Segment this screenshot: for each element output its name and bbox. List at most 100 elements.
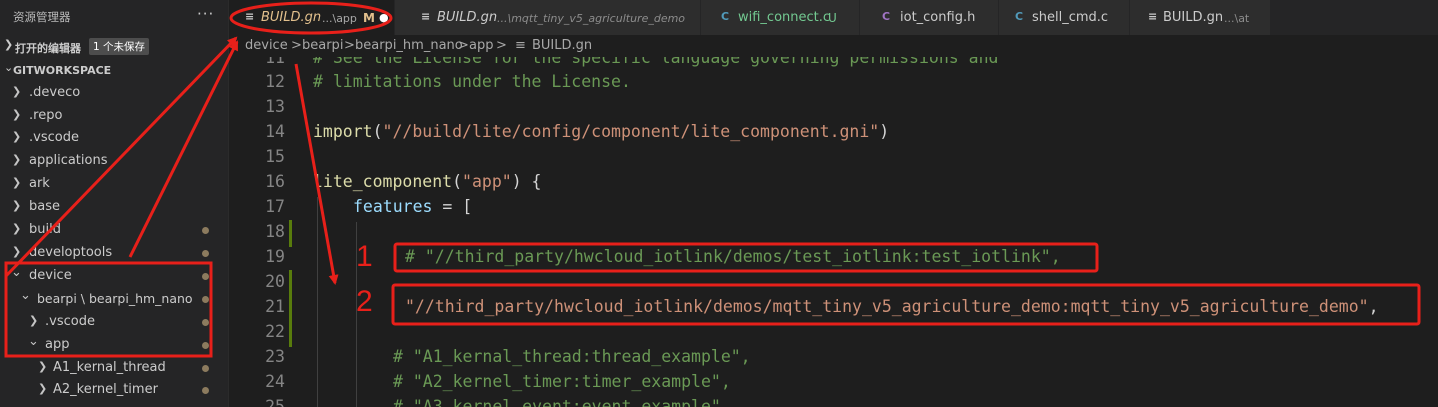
tree-item-label: .vscode	[29, 130, 79, 145]
code-token-string: "app"	[462, 172, 512, 191]
chevron-right-icon: ❯	[12, 153, 22, 166]
tree-item-label: ark	[29, 176, 50, 191]
more-actions-icon[interactable]: ···	[197, 5, 214, 23]
code-token-function: lite_component	[313, 172, 453, 191]
line-number: 20	[265, 272, 285, 291]
tree-item-label: A2_kernel_timer	[53, 382, 158, 397]
tree-item-developtools[interactable]: ❯ developtools	[0, 242, 229, 264]
unsaved-dot-icon[interactable]: ●	[379, 11, 389, 24]
tab-name: BUILD.gn	[261, 10, 322, 25]
breadcrumb-separator: >	[291, 38, 302, 53]
chevron-right-icon: ❯	[12, 130, 22, 143]
open-editors-section[interactable]: ❯ 打开的编辑器 1 个未保存	[0, 36, 229, 58]
c-file-icon: C	[721, 10, 730, 23]
tree-item-label: bearpi \ bearpi_hm_nano	[37, 291, 193, 306]
breadcrumb-device[interactable]: device	[245, 38, 288, 53]
line-number: 21	[265, 297, 285, 316]
explorer-header: 资源管理器 ···	[0, 0, 229, 33]
tab-build-gn-at[interactable]: ≡ BUILD.gn ...\at	[1130, 0, 1271, 35]
tab-shell-cmd[interactable]: C shell_cmd.c	[999, 0, 1130, 35]
tree-item-label: applications	[29, 153, 108, 168]
breadcrumb-separator: >	[496, 38, 507, 53]
code-line-19: # "//third_party/hwcloud_iotlink/demos/t…	[405, 247, 1061, 266]
tree-item-label: .repo	[29, 108, 63, 123]
line-number: 23	[265, 347, 285, 366]
line-number: 17	[265, 197, 285, 216]
tree-item-base[interactable]: ❯ base	[0, 196, 229, 218]
line-number: 12	[265, 72, 285, 91]
chevron-right-icon: ❯	[29, 314, 39, 327]
code-line-17: features = [	[353, 197, 472, 216]
code-token-string: "//third_party/hwcloud_iotlink/demos/mqt…	[405, 297, 1369, 316]
chevron-right-icon: ❯	[38, 382, 48, 395]
chevron-right-icon: ❯	[12, 85, 22, 98]
tab-build-gn-mqtt[interactable]: ≡ BUILD.gn ...\mqtt_tiny_v5_agriculture_…	[395, 0, 701, 35]
breadcrumb-bearpi[interactable]: bearpi	[302, 38, 343, 53]
tree-item-repo[interactable]: ❯ .repo	[0, 105, 229, 127]
annotation-number-2: 2	[356, 285, 373, 318]
tree-item-bearpi[interactable]: ⌄ bearpi \ bearpi_hm_nano	[0, 288, 229, 310]
untracked-status: U	[828, 11, 837, 25]
h-file-icon: C	[882, 10, 891, 23]
tab-description: ...\mqtt_tiny_v5_agriculture_demo	[497, 12, 686, 25]
code-line-11: # See the License for the specific langu…	[313, 57, 999, 67]
breadcrumb-bearpi-hm-nano[interactable]: bearpi_hm_nano	[355, 38, 463, 53]
code-line-14: import("//build/lite/config/component/li…	[313, 122, 889, 141]
workspace-section[interactable]: ⌄ GITWORKSPACE	[0, 60, 229, 80]
chevron-right-icon: ❯	[12, 222, 22, 235]
tab-build-gn-app[interactable]: ≡ BUILD.gn ...\app M ●	[229, 0, 395, 35]
tree-item-vscode[interactable]: ❯ .vscode	[0, 127, 229, 149]
code-token-import: import	[313, 122, 373, 141]
tab-wifi-connect[interactable]: C wifi_connect.c U	[701, 0, 860, 35]
code-line-16: lite_component("app") {	[313, 172, 542, 191]
tree-item-device[interactable]: ⌄ device	[0, 265, 229, 287]
code-token-paren: (	[452, 172, 463, 191]
chevron-right-icon: ❯	[4, 38, 14, 51]
code-line-24: # "A2_kernel_timer:timer_example",	[393, 372, 731, 391]
line-number: 15	[265, 147, 285, 166]
tree-item-nested-vscode[interactable]: ❯ .vscode	[0, 311, 229, 333]
line-number: 13	[265, 97, 285, 116]
indent-guide	[317, 197, 318, 407]
modified-dot	[202, 365, 209, 372]
chevron-right-icon: ❯	[38, 360, 48, 373]
tree-item-build[interactable]: ❯ build	[0, 219, 229, 241]
modified-dot	[202, 250, 209, 257]
line-number: 24	[265, 372, 285, 391]
explorer-sidebar: 资源管理器 ··· ❯ 打开的编辑器 1 个未保存 ⌄ GITWORKSPACE…	[0, 0, 229, 407]
tab-name: BUILD.gn	[437, 10, 498, 25]
chevron-down-icon: ⌄	[11, 265, 22, 280]
chevron-right-icon: ❯	[12, 245, 22, 258]
modified-status: M	[363, 11, 375, 25]
file-lines-icon: ≡	[421, 10, 431, 23]
code-line-25: # "A3_kernel_event:event_example",	[393, 397, 731, 407]
code-editor[interactable]: 11 12 13 14 15 16 17 18 19 20 21 22 23 2…	[229, 57, 1438, 407]
modified-dot	[202, 319, 209, 326]
file-lines-icon: ≡	[245, 10, 255, 23]
line-number: 25	[265, 397, 285, 407]
chevron-right-icon: ❯	[12, 176, 22, 189]
tree-item-deveco[interactable]: ❯ .deveco	[0, 82, 229, 104]
tree-item-label: developtools	[29, 245, 113, 260]
tree-item-app[interactable]: ⌄ app	[0, 334, 229, 356]
breadcrumb-separator: >	[344, 38, 355, 53]
code-token-paren: ) {	[511, 172, 542, 191]
breadcrumb-separator: >	[458, 38, 469, 53]
tree-item-label: device	[29, 268, 72, 283]
tree-item-ark[interactable]: ❯ ark	[0, 173, 229, 195]
tree-item-applications[interactable]: ❯ applications	[0, 150, 229, 172]
tab-description: ...\app	[322, 12, 357, 25]
code-token-variable: features	[353, 197, 433, 216]
code-token-paren: (	[372, 122, 383, 141]
tab-iot-config[interactable]: C iot_config.h	[860, 0, 999, 35]
tree-item-a2[interactable]: ❯ A2_kernel_timer	[0, 379, 229, 401]
chevron-down-icon: ⌄	[4, 61, 14, 74]
code-token-comma: ,	[1368, 297, 1379, 316]
code-token-string: "//build/lite/config/component/lite_comp…	[382, 122, 880, 141]
line-number: 18	[265, 222, 285, 241]
code-token-paren: )	[879, 122, 890, 141]
tree-item-a1[interactable]: ❯ A1_kernal_thread	[0, 357, 229, 379]
breadcrumb-app[interactable]: app	[469, 38, 493, 53]
chevron-right-icon: ❯	[12, 199, 22, 212]
breadcrumb-build-gn[interactable]: BUILD.gn	[532, 38, 592, 53]
